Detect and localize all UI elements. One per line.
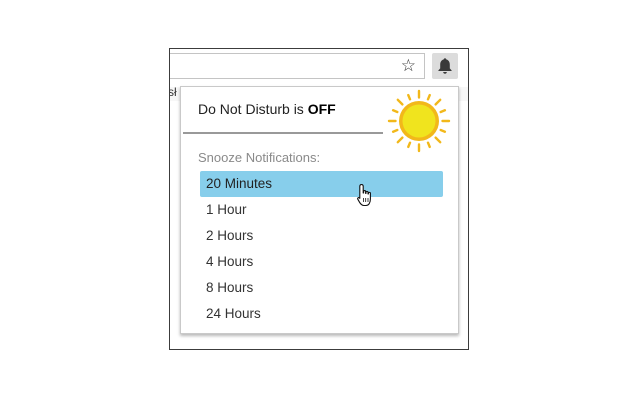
dnd-status: Do Not Disturb is OFF [198,101,336,117]
sun-ray [439,128,447,133]
snooze-option-8-hours[interactable]: 8 Hours [200,275,443,301]
address-bar[interactable]: ☆ [170,53,425,79]
sun-ray [434,98,442,106]
snooze-option-4-hours[interactable]: 4 Hours [200,249,443,275]
bookmark-fragment[interactable]: sł [170,85,177,99]
hand-cursor-icon [357,183,371,207]
divider [183,132,383,134]
dnd-status-text: Do Not Disturb is [198,101,308,117]
sun-ray [439,109,447,114]
snooze-label: Snooze Notifications: [198,150,321,165]
sun-ray [407,93,412,101]
sun-ray [426,141,431,149]
snooze-option-20-minutes[interactable]: 20 Minutes [200,171,443,197]
snooze-options: 20 Minutes 1 Hour 2 Hours 4 Hours 8 Hour… [200,171,443,327]
sun-ray [391,128,399,133]
sun-ray [391,109,399,114]
do-not-disturb-popup: Do Not Disturb is OFF Snooze Notificatio… [180,86,459,334]
sun-ray [396,98,404,106]
snooze-option-24-hours[interactable]: 24 Hours [200,301,443,327]
bookmark-star-icon[interactable]: ☆ [401,57,416,75]
snooze-option-1-hour[interactable]: 1 Hour [200,197,443,223]
sun-ray [396,136,404,144]
extension-button[interactable] [432,53,458,79]
snooze-option-2-hours[interactable]: 2 Hours [200,223,443,249]
browser-window: ☆ sł Do Not Disturb is OFF Snooze Notifi… [169,48,469,350]
bell-icon [438,58,452,74]
dnd-state-value: OFF [307,101,336,117]
browser-toolbar: ☆ [170,49,468,87]
sun-ray [426,93,431,101]
sun-icon[interactable] [387,89,451,153]
sun-ray [434,136,442,144]
sun-ray [407,141,412,149]
